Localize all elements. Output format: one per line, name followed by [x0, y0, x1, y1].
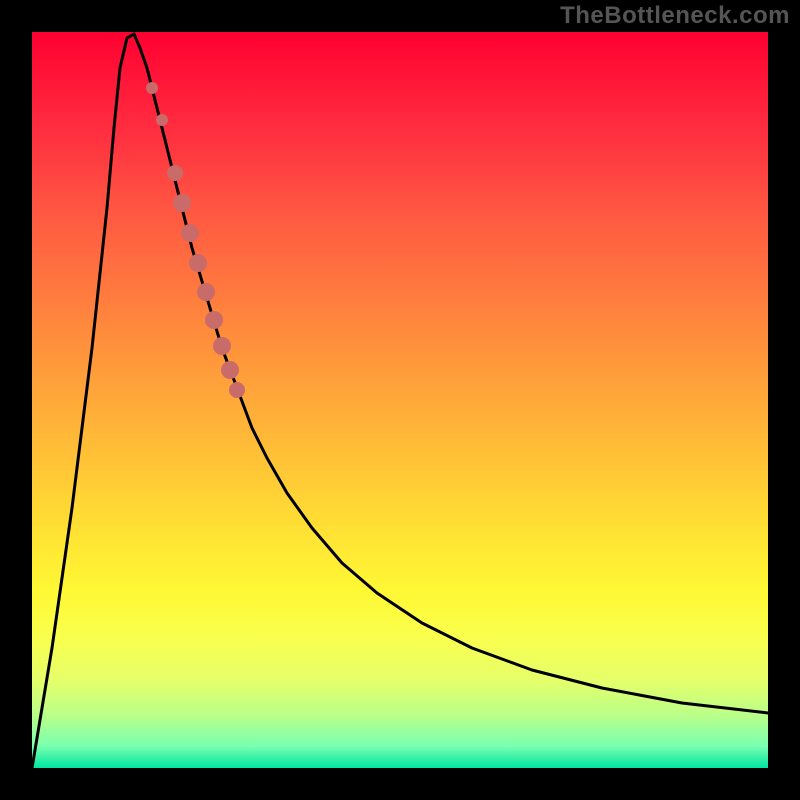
- highlight-dot: [189, 254, 207, 272]
- highlight-dot: [205, 311, 223, 329]
- bottleneck-curve: [32, 34, 768, 768]
- plot-area: [32, 32, 768, 768]
- highlight-dot: [197, 283, 215, 301]
- highlight-dot: [221, 361, 239, 379]
- highlight-dot: [181, 224, 199, 242]
- highlight-dot: [146, 82, 158, 94]
- highlight-dot: [229, 382, 245, 398]
- watermark-text: TheBottleneck.com: [560, 2, 790, 30]
- highlight-dot: [213, 337, 231, 355]
- highlight-dot: [173, 194, 191, 212]
- curve-svg: [32, 32, 768, 768]
- highlight-dot: [156, 114, 168, 126]
- highlight-dot: [167, 165, 183, 181]
- chart-frame: TheBottleneck.com: [0, 0, 800, 800]
